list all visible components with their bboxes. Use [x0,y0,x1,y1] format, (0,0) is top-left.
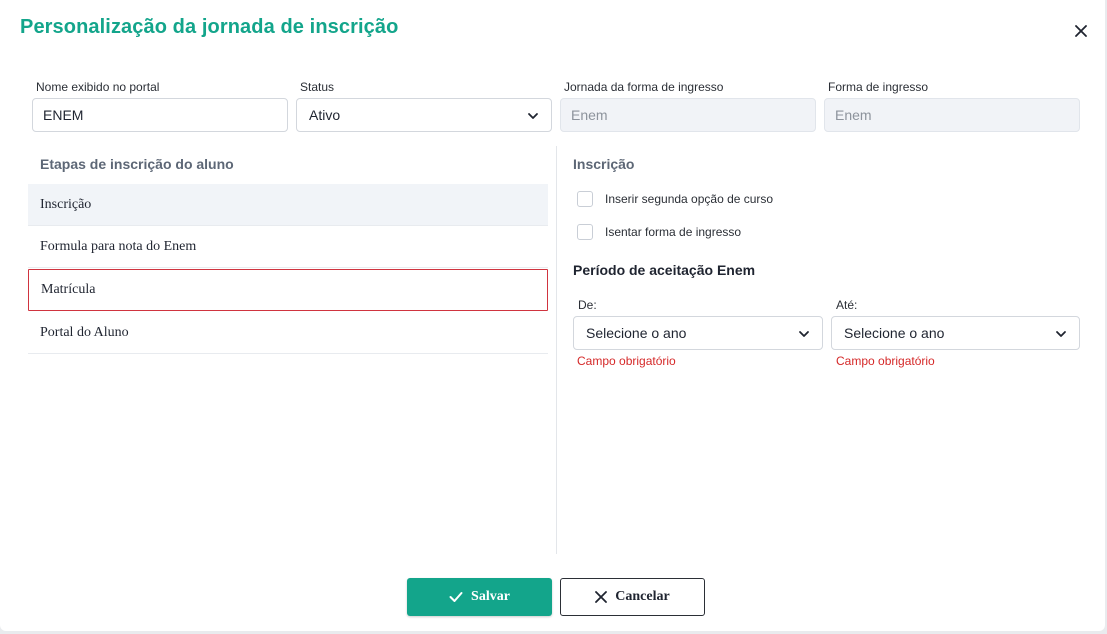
from-error: Campo obrigatório [577,354,676,368]
chevron-down-icon [799,331,809,337]
step-label: Portal do Aluno [40,324,129,340]
save-label: Salvar [471,589,510,604]
from-year-value: Selecione o ano [586,325,687,341]
option-label: Isentar forma de ingresso [605,225,742,239]
from-label: De: [578,298,597,312]
status-value: Ativo [309,107,341,123]
column-divider [556,146,557,554]
forma-placeholder: Enem [835,107,872,123]
period-title: Período de aceitação Enem [573,262,756,278]
section-title: Inscrição [573,156,635,172]
check-icon [449,592,463,602]
close-icon [1075,25,1087,37]
step-item-inscricao[interactable]: Inscrição [28,184,548,226]
journey-dialog: Personalização da jornada de inscrição N… [0,0,1105,631]
forma-input: Enem [824,98,1080,132]
jornada-input: Enem [560,98,816,132]
nome-input[interactable]: ENEM [32,98,288,132]
close-icon [595,591,608,603]
close-button[interactable] [1072,22,1090,40]
isentar-checkbox[interactable] [577,224,593,240]
steps-title: Etapas de inscrição do aluno [40,156,234,172]
cancel-label: Cancelar [615,589,670,604]
cancel-button[interactable]: Cancelar [560,578,705,616]
jornada-placeholder: Enem [571,107,608,123]
segunda-opcao-checkbox[interactable] [577,191,593,207]
chevron-down-icon [528,113,538,119]
save-button[interactable]: Salvar [407,578,552,616]
option-segunda-opcao: Inserir segunda opção de curso [577,191,773,207]
step-label: Formula para nota do Enem [40,238,197,254]
option-label: Inserir segunda opção de curso [605,192,774,206]
to-error: Campo obrigatório [836,354,935,368]
step-label: Matrícula [41,282,96,297]
to-year-select[interactable]: Selecione o ano [831,316,1080,350]
chevron-down-icon [1056,331,1066,337]
step-label: Inscrição [40,196,92,212]
nome-value: ENEM [43,107,84,123]
option-isentar: Isentar forma de ingresso [577,224,741,240]
step-item-portal[interactable]: Portal do Aluno [28,312,548,354]
to-label: Até: [836,298,858,312]
forma-label: Forma de ingresso [828,80,929,94]
step-item-formula[interactable]: Formula para nota do Enem [28,226,548,268]
dialog-title: Personalização da jornada de inscrição [20,16,399,38]
from-year-select[interactable]: Selecione o ano [573,316,823,350]
to-year-value: Selecione o ano [844,325,945,341]
status-label: Status [300,80,335,94]
step-item-matricula[interactable]: Matrícula [28,269,548,311]
nome-label: Nome exibido no portal [36,80,160,94]
status-select[interactable]: Ativo [296,98,552,132]
jornada-label: Jornada da forma de ingresso [564,80,724,94]
